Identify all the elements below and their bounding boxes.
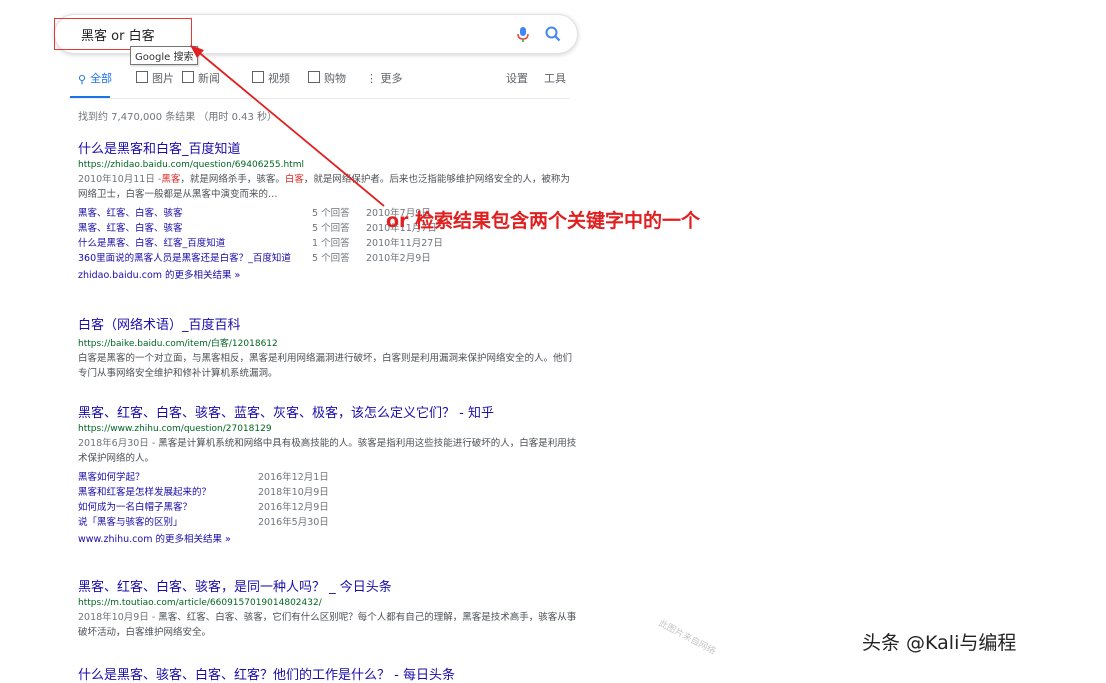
annotation-text: or 检索结果包含两个关键字中的一个 [386, 210, 701, 232]
watermark: 头条 @Kali与编程 [862, 632, 1017, 654]
annotation-arrow [190, 45, 385, 207]
